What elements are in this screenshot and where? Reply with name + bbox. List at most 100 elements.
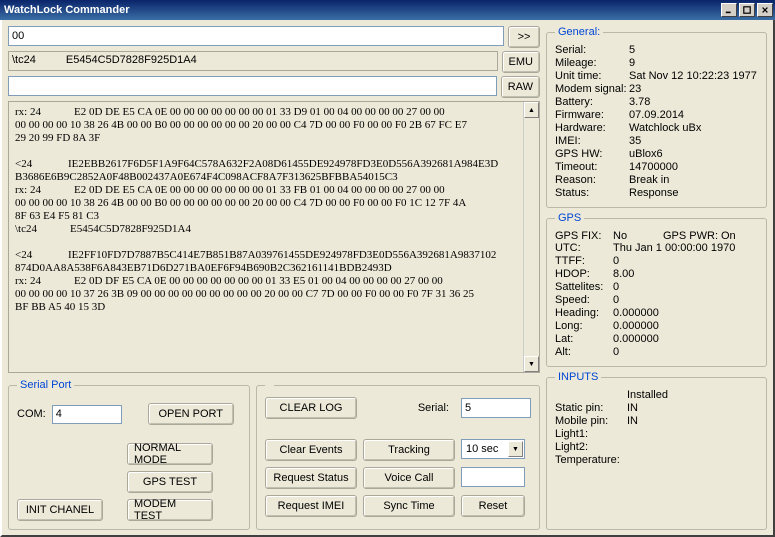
inputs-group: INPUTS Installed Static pin:IN Mobile pi… [546, 371, 767, 530]
general-legend: General: [555, 26, 603, 38]
window-title: WatchLock Commander [4, 4, 721, 16]
val-heading: 0.000000 [613, 307, 758, 319]
val-gps-pwr: On [721, 230, 751, 242]
lbl-ttff: TTFF: [555, 255, 613, 267]
voice-call-button[interactable]: Voice Call [363, 467, 455, 489]
lbl-serial: Serial: [555, 44, 629, 56]
lbl-light2: Light2: [555, 441, 627, 453]
serial-port-group: Serial Port COM: OPEN PORT INIT CHANEL [8, 379, 250, 530]
val-mobile-pin: IN [627, 415, 758, 427]
lbl-mobile-pin: Mobile pin: [555, 415, 627, 427]
val-utc: Thu Jan 1 00:00:00 1970 [613, 242, 758, 254]
close-button[interactable] [757, 3, 773, 17]
encoded-prefix: \tc24 [12, 54, 36, 68]
gps-test-button[interactable]: GPS TEST [127, 471, 213, 493]
lbl-battery: Battery: [555, 96, 629, 108]
scroll-up-icon[interactable]: ▲ [524, 102, 539, 118]
serial-label: Serial: [363, 402, 455, 414]
log-scrollbar[interactable]: ▲ ▼ [523, 102, 539, 372]
request-status-button[interactable]: Request Status [265, 467, 357, 489]
lbl-imei: IMEI: [555, 135, 629, 147]
lbl-firmware: Firmware: [555, 109, 629, 121]
val-imei: 35 [629, 135, 758, 147]
val-lat: 0.000000 [613, 333, 758, 345]
lbl-heading: Heading: [555, 307, 613, 319]
raw-line[interactable] [8, 76, 497, 96]
val-firmware: 07.09.2014 [629, 109, 758, 121]
gps-legend: GPS [555, 212, 584, 224]
clear-log-button[interactable]: CLEAR LOG [265, 397, 357, 419]
val-gps-fix: No [613, 230, 663, 242]
lbl-hdop: HDOP: [555, 268, 613, 280]
tracking-interval-value: 10 sec [466, 443, 498, 455]
voice-call-input[interactable] [461, 467, 525, 487]
val-light2 [627, 441, 758, 453]
val-reason: Break in [629, 174, 758, 186]
log-text: rx: 24 E2 0D DE E5 CA 0E 00 00 00 00 00 … [9, 102, 523, 372]
lbl-speed: Speed: [555, 294, 613, 306]
command-line-1[interactable] [8, 26, 504, 46]
open-port-button[interactable]: OPEN PORT [148, 403, 234, 425]
inputs-legend: INPUTS [555, 371, 601, 383]
lbl-gps-fix: GPS FIX: [555, 230, 613, 242]
val-alt: 0 [613, 346, 758, 358]
encoded-line: \tc24 E5454C5D7828F925D1A4 [8, 51, 498, 71]
controls-legend [265, 379, 274, 391]
clear-events-button[interactable]: Clear Events [265, 439, 357, 461]
send-button[interactable]: >> [508, 26, 540, 48]
tracking-interval-select[interactable]: 10 sec ▼ [461, 439, 525, 459]
com-label: COM: [17, 408, 46, 420]
lbl-reason: Reason: [555, 174, 629, 186]
val-serial: 5 [629, 44, 758, 56]
lbl-modem: Modem signal: [555, 83, 629, 95]
titlebar: WatchLock Commander [0, 0, 775, 20]
lbl-gpshw: GPS HW: [555, 148, 629, 160]
lbl-lat: Lat: [555, 333, 613, 345]
val-long: 0.000000 [613, 320, 758, 332]
val-static-pin: IN [627, 402, 758, 414]
lbl-temp: Temperature: [555, 454, 627, 466]
lbl-alt: Alt: [555, 346, 613, 358]
val-speed: 0 [613, 294, 758, 306]
sync-time-button[interactable]: Sync Time [363, 495, 455, 517]
val-hdop: 8.00 [613, 268, 758, 280]
init-chanel-button[interactable]: INIT CHANEL [17, 499, 103, 521]
chevron-down-icon: ▼ [508, 441, 523, 457]
lbl-status: Status: [555, 187, 629, 199]
com-input[interactable] [52, 405, 122, 424]
val-temp [627, 454, 758, 466]
val-light1 [627, 428, 758, 440]
emu-button[interactable]: EMU [502, 51, 540, 73]
val-status: Response [629, 187, 758, 199]
val-installed: Installed [627, 389, 758, 401]
val-battery: 3.78 [629, 96, 758, 108]
val-mileage: 9 [629, 57, 758, 69]
lbl-timeout: Timeout: [555, 161, 629, 173]
lbl-utc: UTC: [555, 242, 613, 254]
normal-mode-button[interactable]: NORMAL MODE [127, 443, 213, 465]
serial-input[interactable] [461, 398, 531, 418]
lbl-installed [555, 389, 627, 401]
val-ttff: 0 [613, 255, 758, 267]
lbl-light1: Light1: [555, 428, 627, 440]
maximize-button[interactable] [739, 3, 755, 17]
minimize-button[interactable] [721, 3, 737, 17]
lbl-gps-pwr: GPS PWR: [663, 230, 721, 242]
reset-button[interactable]: Reset [461, 495, 525, 517]
lbl-sat: Sattelites: [555, 281, 613, 293]
request-imei-button[interactable]: Request IMEI [265, 495, 357, 517]
lbl-hardware: Hardware: [555, 122, 629, 134]
log-panel: rx: 24 E2 0D DE E5 CA 0E 00 00 00 00 00 … [8, 101, 540, 373]
val-gpshw: uBlox6 [629, 148, 758, 160]
serial-port-legend: Serial Port [17, 379, 74, 391]
lbl-mileage: Mileage: [555, 57, 629, 69]
val-modem: 23 [629, 83, 758, 95]
lbl-static-pin: Static pin: [555, 402, 627, 414]
scroll-down-icon[interactable]: ▼ [524, 356, 539, 372]
tracking-button[interactable]: Tracking [363, 439, 455, 461]
encoded-hex: E5454C5D7828F925D1A4 [66, 54, 197, 68]
gps-group: GPS GPS FIX:No GPS PWR:On UTC:Thu Jan 1 … [546, 212, 767, 367]
modem-test-button[interactable]: MODEM TEST [127, 499, 213, 521]
raw-button[interactable]: RAW [501, 76, 540, 98]
controls-group: CLEAR LOG Serial: Clear Events Tracking … [256, 379, 540, 530]
